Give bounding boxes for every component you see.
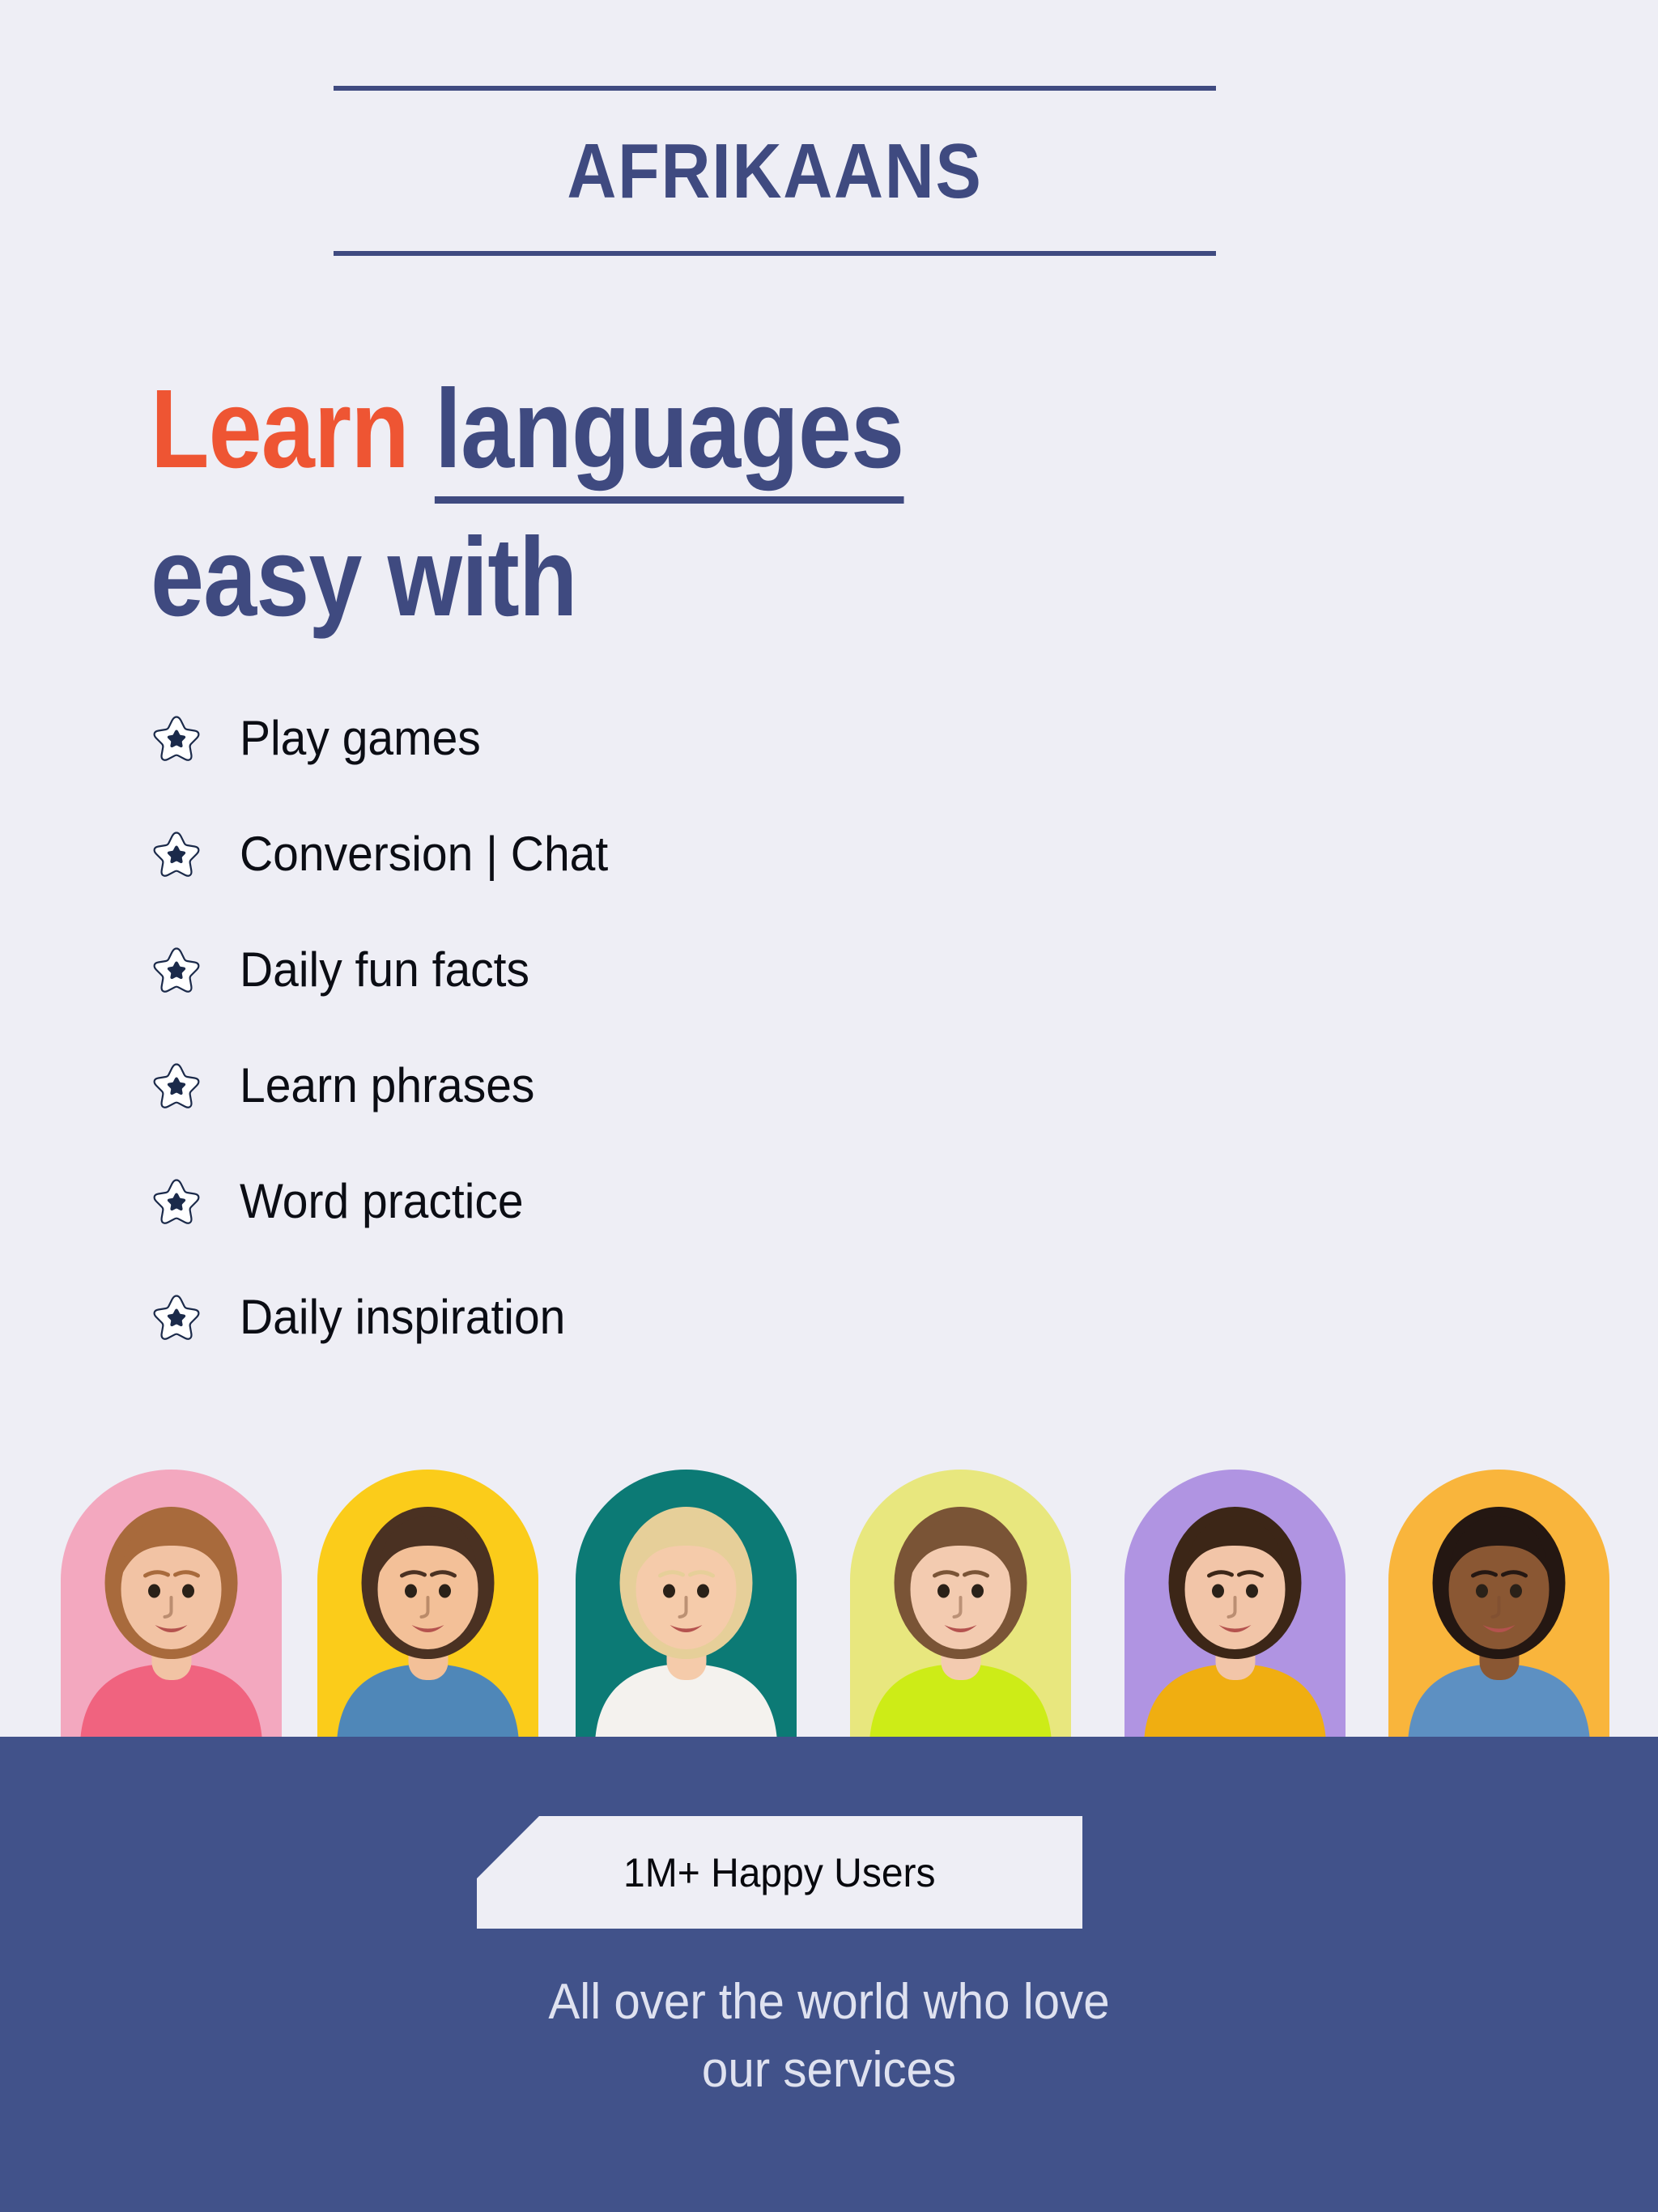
bottom-banner: 1M+ Happy Users All over the world who l… [0,1737,1658,2212]
avatar-bearded-man [317,1470,538,1737]
headline-word-learn: Learn [151,367,410,491]
star-icon [153,831,200,877]
star-icon [153,946,200,993]
avatar-thumbs-up-man [1388,1470,1609,1737]
header-rule-bottom [334,251,1216,256]
avatar [80,1507,261,1737]
poster-header: AFRIKAANS [334,86,1216,256]
status-badge: 1M+ Happy Users [477,1816,1082,1929]
list-item[interactable]: Learn phrases [151,1027,1122,1143]
headline-line-1: Learn languages [151,367,1195,504]
status-badge-label: 1M+ Happy Users [623,1849,936,1895]
tagline-line-2: our services [701,2041,957,2098]
star-icon [153,1178,200,1224]
list-item-label: Conversion | Chat [240,827,609,881]
tagline-line-1: All over the world who love [548,1974,1110,2030]
avatar-braided-woman [850,1470,1071,1737]
banner-tagline: All over the world who love our services [0,1968,1658,2104]
avatar-curly-haired-woman [61,1470,282,1737]
headline-line-two-text: easy with [151,514,577,640]
avatar [1408,1507,1589,1737]
headline-line-2: easy with [151,520,1195,635]
headline: Learn languages easy with [151,367,1365,635]
headline-word-languages: languages [435,367,904,504]
avatar-row [0,1449,1658,1737]
avatar [869,1507,1051,1737]
avatar [595,1507,776,1737]
star-icon [153,1294,200,1340]
list-item[interactable]: Conversion | Chat [151,796,1122,912]
list-item-label: Learn phrases [240,1058,535,1112]
list-item[interactable]: Play games [151,680,1122,796]
avatar-blonde-woman [576,1470,797,1737]
list-item-label: Word practice [240,1174,524,1228]
list-item[interactable]: Daily fun facts [151,912,1122,1027]
list-item-label: Daily inspiration [240,1290,566,1344]
avatar [337,1507,518,1737]
list-item[interactable]: Word practice [151,1143,1122,1259]
feature-list: Play games Conversion | Chat Daily fun f… [151,680,1122,1375]
list-item-label: Play games [240,711,481,765]
avatar [1144,1507,1325,1737]
page-title: AFRIKAANS [567,128,983,215]
avatar-curly-teen [1124,1470,1346,1737]
star-icon [153,715,200,761]
list-item[interactable]: Daily inspiration [151,1259,1122,1375]
list-item-label: Daily fun facts [240,942,529,997]
star-icon [153,1062,200,1108]
